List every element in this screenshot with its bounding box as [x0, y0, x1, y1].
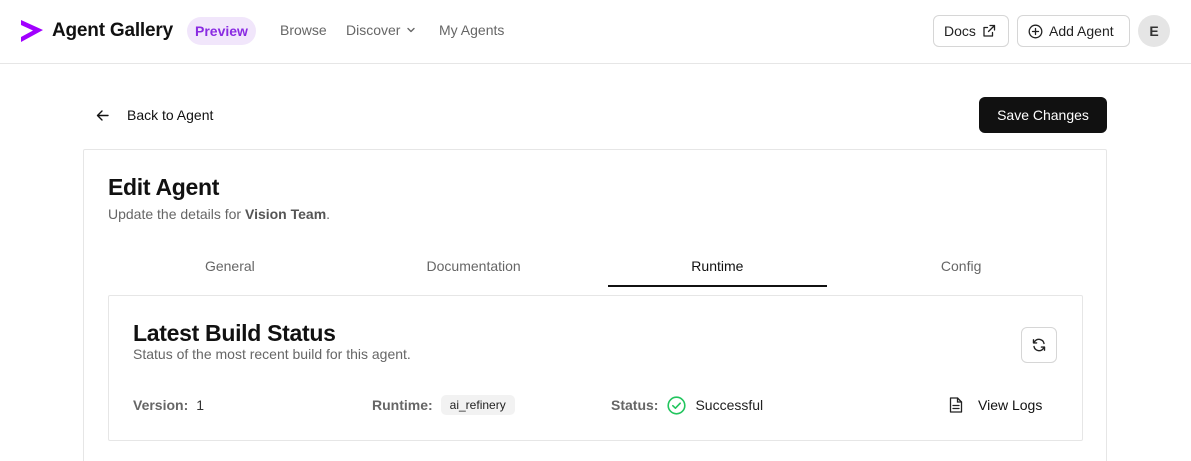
page-subtitle: Update the details for Vision Team. [108, 206, 330, 222]
add-agent-label: Add Agent [1049, 23, 1114, 39]
back-to-agent-link[interactable]: Back to Agent [95, 105, 213, 125]
nav-browse[interactable]: Browse [280, 22, 327, 38]
nav-my-agents[interactable]: My Agents [439, 22, 504, 38]
back-to-agent-label: Back to Agent [127, 107, 214, 123]
preview-badge: Preview [187, 17, 256, 45]
tab-runtime[interactable]: Runtime [596, 248, 840, 288]
refresh-button[interactable] [1021, 327, 1057, 363]
tab-general[interactable]: General [108, 248, 352, 288]
version-field: Version: 1 [133, 394, 204, 416]
nav-browse-label: Browse [280, 22, 327, 38]
subtitle-suffix: . [326, 206, 331, 222]
status-value: Successful [695, 397, 764, 413]
build-status-subtitle: Status of the most recent build for this… [133, 346, 411, 362]
page-title: Edit Agent [108, 174, 220, 200]
file-text-icon [949, 397, 963, 413]
refresh-icon [1031, 337, 1047, 353]
chevron-logo-icon [20, 19, 44, 43]
plus-circle-icon [1028, 24, 1043, 39]
nav-discover-label: Discover [346, 22, 401, 38]
version-label: Version: [133, 397, 189, 413]
agent-name: Vision Team [244, 206, 327, 222]
runtime-field: Runtime: ai_refinery [372, 394, 515, 416]
subtitle-prefix: Update the details for [108, 206, 245, 222]
status-field: Status: Successful [611, 394, 763, 416]
build-status-title: Latest Build Status [133, 320, 336, 346]
status-label: Status: [611, 397, 659, 413]
runtime-label: Runtime: [372, 397, 433, 413]
tab-documentation[interactable]: Documentation [352, 248, 596, 288]
add-agent-button[interactable]: Add Agent [1017, 15, 1130, 47]
view-logs-button[interactable]: View Logs [949, 394, 1042, 416]
tab-bar: General Documentation Runtime Config [108, 248, 1083, 288]
nav-discover[interactable]: Discover [346, 22, 416, 38]
docs-button[interactable]: Docs [933, 15, 1009, 47]
runtime-value-chip: ai_refinery [440, 395, 515, 415]
tab-config[interactable]: Config [839, 248, 1083, 288]
top-navbar: Agent Gallery Preview Browse Discover My… [0, 0, 1191, 64]
save-changes-button[interactable]: Save Changes [979, 97, 1107, 133]
docs-button-label: Docs [944, 23, 976, 39]
chevron-down-icon [406, 25, 416, 35]
brand[interactable]: Agent Gallery [20, 18, 173, 44]
version-value: 1 [196, 397, 205, 413]
app-title: Agent Gallery [52, 20, 173, 41]
avatar[interactable]: E [1138, 15, 1170, 47]
build-status-panel: Latest Build Status Status of the most r… [108, 295, 1083, 441]
edit-agent-card: Edit Agent Update the details for Vision… [83, 149, 1107, 461]
arrow-left-icon [95, 108, 110, 123]
nav-my-agents-label: My Agents [439, 22, 505, 38]
check-circle-icon [667, 395, 687, 415]
view-logs-label: View Logs [978, 397, 1043, 413]
external-link-icon [982, 24, 996, 38]
